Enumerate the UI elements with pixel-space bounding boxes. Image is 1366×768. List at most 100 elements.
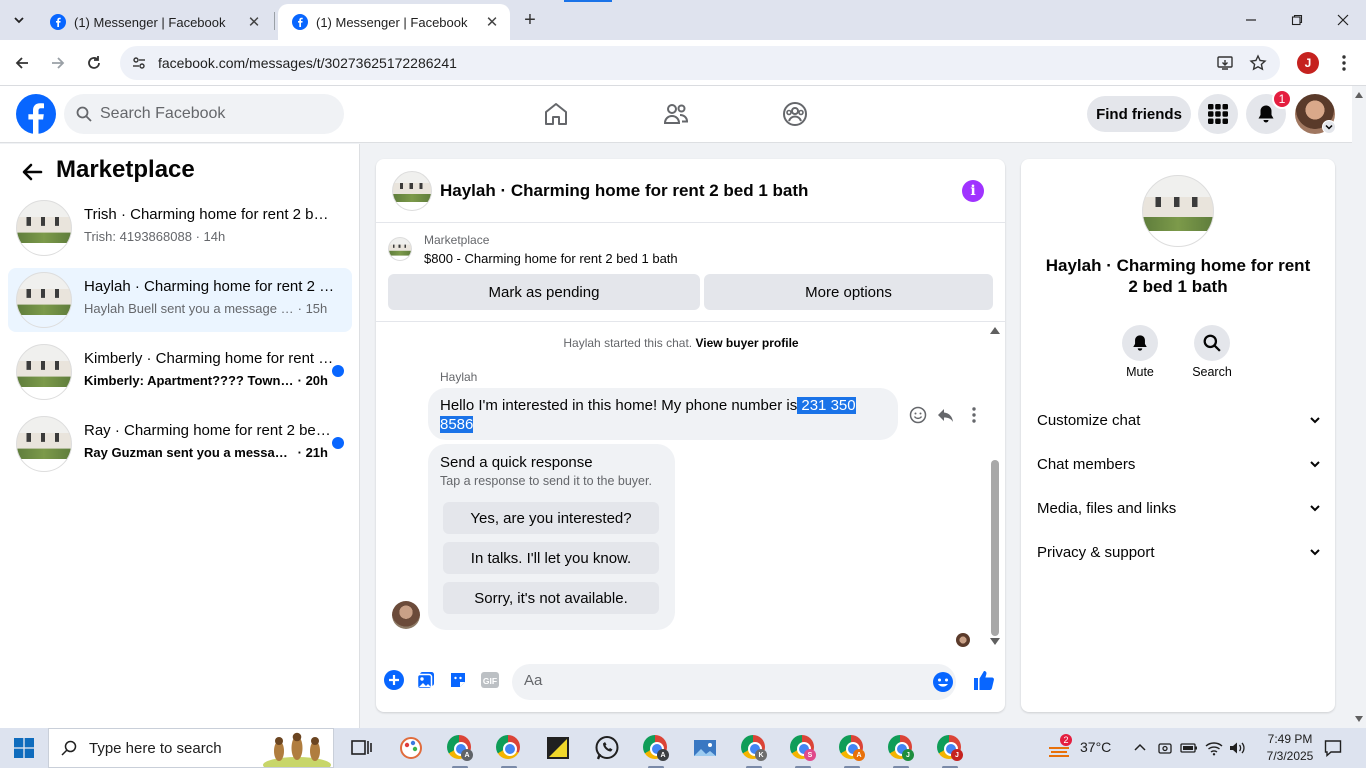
taskbar-search-box[interactable] xyxy=(48,728,334,768)
bookmark-star-icon[interactable] xyxy=(1249,54,1267,72)
info-icon[interactable]: i xyxy=(962,180,984,202)
sticky-notes-icon[interactable] xyxy=(545,735,571,761)
windows-start-icon[interactable] xyxy=(14,738,34,758)
section-label: Chat members xyxy=(1037,455,1136,473)
restore-button[interactable] xyxy=(1282,6,1312,34)
menu-button[interactable] xyxy=(1198,94,1238,134)
browser-tab-1[interactable]: (1) Messenger | Facebook ✕ xyxy=(36,4,272,40)
facebook-search-box[interactable] xyxy=(64,94,344,134)
emoji-icon[interactable] xyxy=(932,671,954,693)
forward-button[interactable] xyxy=(46,51,70,75)
plus-circle-icon[interactable] xyxy=(384,670,404,690)
arrow-left-icon[interactable] xyxy=(20,160,44,184)
quick-response-option[interactable]: In talks. I'll let you know. xyxy=(443,542,659,574)
more-options-button[interactable]: More options xyxy=(704,274,993,310)
quick-response-option[interactable]: Sorry, it's not available. xyxy=(443,582,659,614)
friends-icon[interactable] xyxy=(662,100,690,128)
account-menu-caret[interactable] xyxy=(1322,120,1336,134)
thumbs-up-icon[interactable] xyxy=(972,668,996,692)
sticker-icon[interactable] xyxy=(448,670,468,690)
conversation-name: Trish · Charming home for rent 2 bed 1 b… xyxy=(84,206,336,223)
view-buyer-profile-link[interactable]: View buyer profile xyxy=(695,336,798,350)
notification-center-icon[interactable] xyxy=(1324,739,1342,757)
conversation-item[interactable]: Kimberly · Charming home for rent 2 bed … xyxy=(8,340,352,404)
scroll-up-icon[interactable] xyxy=(990,326,1000,334)
scroll-down-icon[interactable] xyxy=(1355,716,1363,722)
groups-icon[interactable] xyxy=(781,100,809,128)
tab-close-icon[interactable]: ✕ xyxy=(246,14,262,31)
back-button[interactable] xyxy=(10,51,34,75)
mute-button[interactable]: Mute xyxy=(1110,325,1170,379)
chrome-profile-a-app[interactable]: A xyxy=(839,735,865,768)
reload-button[interactable] xyxy=(82,51,106,75)
privacy-support-section[interactable]: Privacy & support xyxy=(1037,538,1321,566)
battery-icon[interactable] xyxy=(1180,741,1198,755)
chrome-profile-s-app[interactable]: S xyxy=(790,735,816,768)
restore-icon xyxy=(1291,14,1303,26)
chrome-app[interactable] xyxy=(496,735,522,768)
chrome-profile-a-app[interactable]: A xyxy=(643,735,669,768)
message-input-box[interactable] xyxy=(512,664,956,700)
taskbar-clock[interactable]: 7:49 PM 7/3/2025 xyxy=(1256,731,1324,765)
grid-menu-icon xyxy=(1208,104,1228,124)
install-app-icon[interactable] xyxy=(1216,54,1234,72)
message-input[interactable] xyxy=(524,672,904,689)
chrome-profile-j-app[interactable]: J xyxy=(937,735,963,768)
chat-info-avatar[interactable] xyxy=(1142,175,1214,247)
tab-close-icon[interactable]: ✕ xyxy=(484,14,500,31)
customize-chat-section[interactable]: Customize chat xyxy=(1037,406,1321,434)
mark-as-pending-button[interactable]: Mark as pending xyxy=(388,274,700,310)
photos-app-icon[interactable] xyxy=(692,735,718,761)
chrome-profile-a-app[interactable]: A xyxy=(447,735,473,768)
chrome-profile-k-app[interactable]: K xyxy=(741,735,767,768)
scroll-down-icon[interactable] xyxy=(990,638,1000,646)
tab-search-dropdown[interactable] xyxy=(6,8,32,32)
taskbar-search-input[interactable] xyxy=(89,739,259,757)
chat-title[interactable]: Haylah · Charming home for rent 2 bed 1 … xyxy=(440,181,808,201)
gif-icon[interactable]: GIF xyxy=(480,670,500,690)
page-scrollbar[interactable] xyxy=(1352,86,1366,728)
home-icon[interactable] xyxy=(542,100,570,128)
scroll-thumb[interactable] xyxy=(991,460,999,636)
selected-text: 8586 xyxy=(440,416,474,433)
chat-listing-avatar[interactable] xyxy=(392,171,432,211)
react-icon[interactable] xyxy=(908,405,928,425)
chrome-profile-j-app[interactable]: J xyxy=(888,735,914,768)
chevron-up-icon[interactable] xyxy=(1134,742,1146,752)
browser-menu-button[interactable] xyxy=(1334,52,1354,74)
browser-tab-2[interactable]: (1) Messenger | Facebook ✕ xyxy=(278,4,510,40)
facebook-logo-icon[interactable] xyxy=(16,94,56,134)
weather-temperature[interactable]: 37°C xyxy=(1080,739,1111,755)
reply-icon[interactable] xyxy=(936,405,956,425)
wifi-icon[interactable] xyxy=(1205,740,1223,756)
quick-response-option[interactable]: Yes, are you interested? xyxy=(443,502,659,534)
media-files-links-section[interactable]: Media, files and links xyxy=(1037,494,1321,522)
scroll-up-icon[interactable] xyxy=(1355,92,1363,98)
browser-profile-avatar[interactable]: J xyxy=(1297,52,1319,74)
site-info-button[interactable] xyxy=(122,46,156,80)
listing-title[interactable]: $800 - Charming home for rent 2 bed 1 ba… xyxy=(424,251,678,266)
close-window-button[interactable] xyxy=(1328,6,1358,34)
task-view-icon[interactable] xyxy=(348,735,374,761)
minimize-button[interactable] xyxy=(1236,6,1266,34)
more-vertical-icon[interactable] xyxy=(964,405,984,425)
address-bar[interactable]: facebook.com/messages/t/3027362517228624… xyxy=(120,46,1280,80)
meet-now-icon[interactable] xyxy=(1157,740,1173,756)
find-friends-button[interactable]: Find friends xyxy=(1087,96,1191,132)
message-bubble[interactable]: Hello I'm interested in this home! My ph… xyxy=(428,388,898,440)
photo-icon[interactable] xyxy=(416,670,436,690)
conversation-item-selected[interactable]: Haylah · Charming home for rent 2 bed 1 … xyxy=(8,268,352,332)
whatsapp-icon[interactable] xyxy=(594,735,620,761)
listing-thumbnail[interactable] xyxy=(388,237,412,261)
chat-members-section[interactable]: Chat members xyxy=(1037,450,1321,478)
paint-app-icon[interactable] xyxy=(398,735,424,761)
conversation-item[interactable]: Trish · Charming home for rent 2 bed 1 b… xyxy=(8,196,352,260)
chat-scrollbar[interactable] xyxy=(988,322,1002,652)
facebook-search-input[interactable] xyxy=(100,105,320,123)
new-tab-button[interactable]: + xyxy=(518,8,542,32)
conversation-item[interactable]: Ray · Charming home for rent 2 bed 1 bat… xyxy=(8,412,352,476)
profile-badge: A xyxy=(461,749,473,761)
sender-avatar[interactable] xyxy=(392,601,420,629)
volume-icon[interactable] xyxy=(1228,740,1246,756)
search-conversation-button[interactable]: Search xyxy=(1182,325,1242,379)
